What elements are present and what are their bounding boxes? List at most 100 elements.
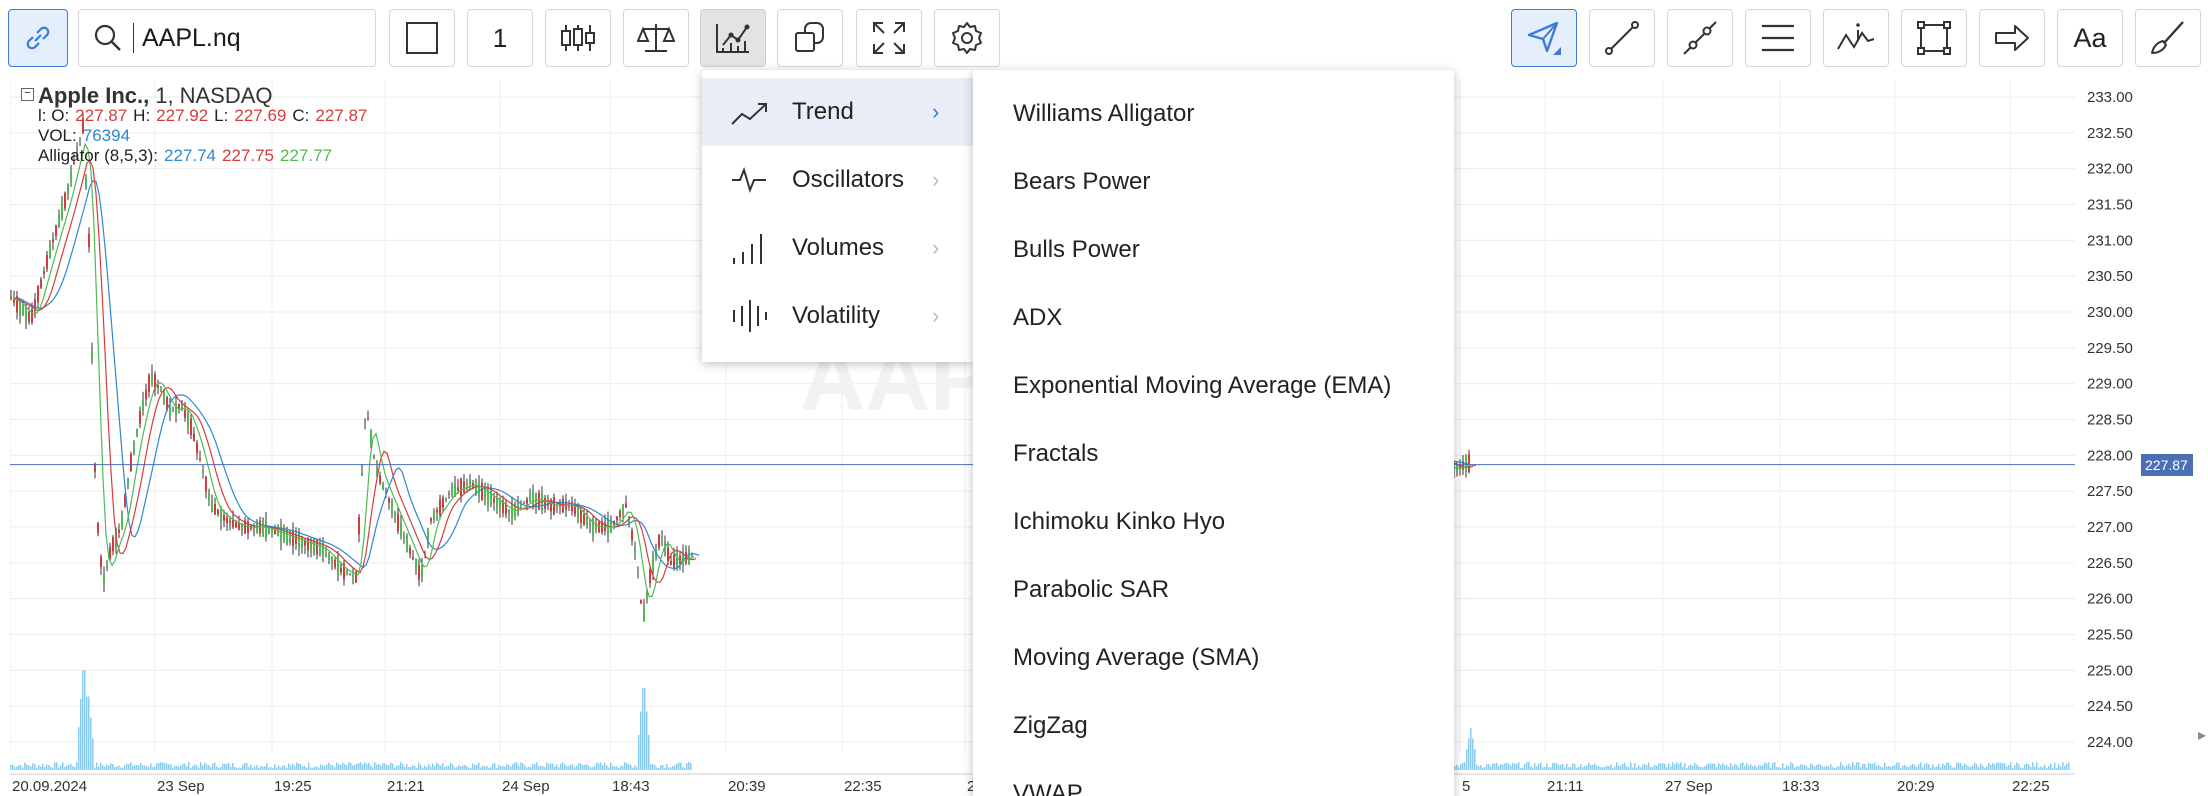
volume-bar	[444, 766, 446, 770]
chart-type-square-button[interactable]	[389, 9, 455, 67]
volume-bar	[680, 762, 682, 770]
volume-bar	[498, 764, 500, 770]
volume-bar	[1948, 762, 1950, 770]
volume-bar	[1480, 765, 1482, 770]
search-input[interactable]: AAPL.nq	[142, 24, 241, 53]
volume-bar	[190, 767, 192, 770]
volume-bar	[1888, 765, 1890, 770]
volume-bar	[1798, 766, 1800, 770]
volume-bar	[1500, 764, 1502, 770]
interval-button[interactable]: 1	[467, 9, 533, 67]
segment-button[interactable]	[1667, 9, 1733, 67]
candle-body	[580, 509, 582, 523]
volume-bar	[1738, 767, 1740, 770]
menu-item-volatility[interactable]: Volatility ›	[702, 282, 973, 350]
settings-button[interactable]	[934, 9, 1000, 67]
indicators-button[interactable]	[700, 9, 766, 67]
volume-bar	[1856, 762, 1858, 770]
candle-body	[433, 511, 435, 520]
volume-bar	[1666, 767, 1668, 770]
submenu-item-adx[interactable]: ADX	[1013, 304, 1062, 332]
submenu-item-williams-alligator[interactable]: Williams Alligator	[1013, 100, 1194, 128]
volume-bar	[1786, 765, 1788, 770]
volume-bar	[1488, 764, 1490, 770]
brush-button[interactable]	[2135, 9, 2201, 67]
submenu-item-parabolic-sar[interactable]: Parabolic SAR	[1013, 576, 1169, 604]
submenu-item-fractals[interactable]: Fractals	[1013, 440, 1098, 468]
parallel-lines-button[interactable]	[1745, 9, 1811, 67]
volume-bar	[1752, 766, 1754, 770]
volume-bar	[1976, 764, 1978, 770]
candle-body	[586, 517, 588, 529]
volume-bar	[168, 764, 170, 770]
menu-item-trend[interactable]: Trend ›	[702, 78, 973, 146]
volume-bar	[456, 767, 458, 770]
arrow-button[interactable]	[1979, 9, 2045, 67]
volume-bar	[174, 766, 176, 770]
submenu-item-vwap[interactable]: VWAP	[1013, 780, 1083, 796]
volume-bar	[542, 766, 544, 770]
volume-bar	[550, 763, 552, 770]
volume-bar	[1978, 767, 1980, 770]
fullscreen-button[interactable]	[856, 9, 922, 67]
volume-bar	[256, 765, 258, 770]
volume-bar	[662, 765, 664, 770]
submenu-item-bears-power[interactable]: Bears Power	[1013, 168, 1150, 196]
shapes-button[interactable]	[777, 9, 843, 67]
scroll-right-icon[interactable]: ▸	[2198, 725, 2206, 745]
menu-item-volumes[interactable]: Volumes ›	[702, 214, 973, 282]
volume-bar	[486, 765, 488, 770]
candle-body	[157, 385, 159, 388]
volume-bar	[1946, 762, 1948, 770]
candle-body	[196, 443, 198, 454]
volume-bar	[266, 763, 268, 770]
volume-bar	[1520, 767, 1522, 770]
volume-bar	[516, 762, 518, 770]
submenu-item-bulls-power[interactable]: Bulls Power	[1013, 236, 1140, 264]
volume-bar	[188, 762, 190, 770]
candlestick-button[interactable]	[545, 9, 611, 67]
volume-bar	[1914, 764, 1916, 770]
submenu-item-sma[interactable]: Moving Average (SMA)	[1013, 644, 1259, 672]
volume-bar	[1486, 764, 1488, 770]
candle-body	[388, 498, 390, 503]
volume-bar	[1908, 767, 1910, 770]
text-button[interactable]: Aa	[2057, 9, 2123, 67]
cursor-button[interactable]	[1511, 9, 1577, 67]
link-button[interactable]	[8, 9, 68, 67]
volume-bar	[312, 767, 314, 770]
volume-bar	[422, 767, 424, 770]
volume-bar	[604, 762, 606, 770]
volume-bar	[610, 762, 612, 770]
submenu-item-ichimoku[interactable]: Ichimoku Kinko Hyo	[1013, 508, 1225, 536]
volume-bar	[512, 764, 514, 770]
candle-body	[523, 502, 525, 504]
volume-bar	[22, 767, 24, 770]
rectangle-button[interactable]	[1901, 9, 1967, 67]
volume-bar	[1662, 763, 1664, 770]
volume-bar	[276, 767, 278, 770]
submenu-item-zigzag[interactable]: ZigZag	[1013, 712, 1088, 740]
volume-bar	[1740, 763, 1742, 770]
candle-body	[391, 501, 393, 515]
trendline-button[interactable]	[1589, 9, 1655, 67]
symbol-search[interactable]: AAPL.nq	[78, 9, 376, 67]
volume-bar	[1916, 766, 1918, 770]
volume-bar	[1716, 767, 1718, 770]
volume-bar	[562, 762, 564, 770]
volume-bar	[408, 766, 410, 770]
volume-bar	[1560, 764, 1562, 770]
compare-button[interactable]	[623, 9, 689, 67]
volume-bar	[1538, 764, 1540, 770]
x-tick-label: 5	[1462, 778, 1470, 795]
volume-bar	[114, 767, 116, 770]
volume-bar	[1678, 763, 1680, 770]
volume-bar	[94, 767, 96, 770]
menu-item-oscillators[interactable]: Oscillators ›	[702, 146, 973, 214]
legend-collapse-toggle[interactable]: −	[21, 88, 34, 101]
submenu-item-ema[interactable]: Exponential Moving Average (EMA)	[1013, 372, 1391, 400]
volume-bar	[608, 767, 610, 770]
volume-bar	[1510, 765, 1512, 770]
volume-bar	[2040, 766, 2042, 770]
pattern-button[interactable]	[1823, 9, 1889, 67]
